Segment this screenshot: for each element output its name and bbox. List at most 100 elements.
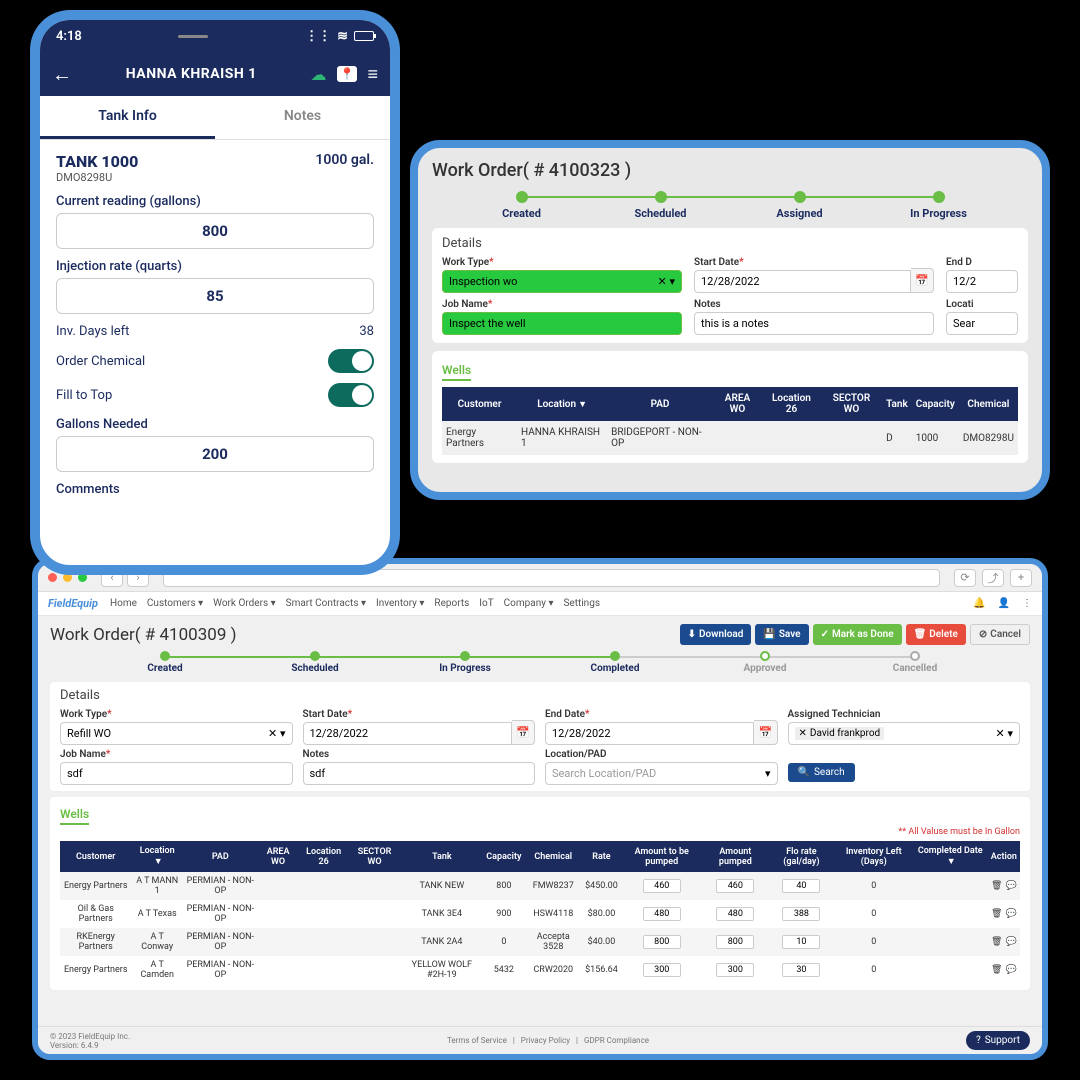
- nav-item[interactable]: Work Orders ▾: [213, 598, 276, 609]
- desktop-wells-card: Wells ** All Valuse must be In Gallon Cu…: [50, 797, 1030, 990]
- amount-input[interactable]: [716, 879, 754, 893]
- nav-item[interactable]: Reports: [434, 598, 469, 609]
- battery-icon: [354, 31, 374, 41]
- nav-item[interactable]: Smart Contracts ▾: [286, 598, 366, 609]
- gallons-needed-input[interactable]: 200: [56, 436, 374, 472]
- label-location: Locati: [946, 299, 1018, 310]
- amount-input[interactable]: [782, 879, 820, 893]
- back-arrow-icon[interactable]: ←: [52, 62, 72, 87]
- amount-input[interactable]: [782, 963, 820, 977]
- support-button[interactable]: ?Support: [966, 1031, 1030, 1050]
- desk-location-select[interactable]: Search Location/PAD▾: [545, 762, 778, 785]
- user-avatar-icon[interactable]: 👤: [998, 598, 1010, 609]
- gallon-note: ** All Valuse must be In Gallon: [60, 827, 1020, 837]
- amount-input[interactable]: [716, 935, 754, 949]
- amount-input[interactable]: [716, 963, 754, 977]
- order-chemical-toggle[interactable]: [328, 349, 374, 373]
- calendar-icon[interactable]: 📅: [911, 268, 934, 293]
- tab-notes[interactable]: Notes: [215, 96, 390, 139]
- nav-item[interactable]: Inventory ▾: [376, 598, 424, 609]
- amount-input[interactable]: [782, 935, 820, 949]
- dl-end: End Date: [545, 709, 585, 720]
- comment-icon[interactable]: 💬: [1005, 881, 1016, 891]
- desk-end-date[interactable]: 12/28/2022: [545, 722, 754, 745]
- app-nav: FieldEquip Home Customers ▾ Work Orders ▾ S…: [38, 592, 1042, 616]
- notes-input[interactable]: this is a notes: [694, 312, 934, 335]
- label-job-name: Job Name: [442, 299, 488, 310]
- nav-item[interactable]: Company ▾: [504, 598, 554, 609]
- tank-id: DMO8298U: [56, 171, 138, 184]
- calendar-icon[interactable]: 📅: [512, 720, 535, 745]
- trash-icon[interactable]: 🗑: [991, 937, 1002, 947]
- nav-item[interactable]: Home: [110, 598, 137, 609]
- comment-icon[interactable]: 💬: [1005, 965, 1016, 975]
- amount-input[interactable]: [643, 879, 681, 893]
- share-icon[interactable]: ⤴: [982, 569, 1004, 587]
- label-end-date: End D: [946, 257, 1018, 268]
- label-notes: Notes: [694, 299, 934, 310]
- location-input[interactable]: Sear: [946, 312, 1018, 335]
- injection-rate-input[interactable]: 85: [56, 278, 374, 314]
- tablet-work-order-title: Work Order( # 4100323 ): [432, 160, 1028, 181]
- nav-item[interactable]: Settings: [563, 598, 600, 609]
- logo[interactable]: FieldEquip: [48, 597, 98, 610]
- fill-to-top-toggle[interactable]: [328, 383, 374, 407]
- wifi-icon: ⋮⋮: [305, 29, 331, 44]
- current-reading-input[interactable]: 800: [56, 213, 374, 249]
- trash-icon[interactable]: 🗑: [991, 881, 1002, 891]
- cloud-icon[interactable]: ☁: [311, 65, 327, 84]
- tank-name: TANK 1000: [56, 152, 138, 171]
- close-window-icon[interactable]: [48, 573, 57, 582]
- comment-icon[interactable]: 💬: [1005, 909, 1016, 919]
- label-fill-to-top: Fill to Top: [56, 388, 112, 403]
- trash-icon[interactable]: 🗑: [991, 909, 1002, 919]
- tablet-details-card: Details Work Type* Inspection wo✕ ▾ Star…: [432, 228, 1028, 343]
- save-button[interactable]: 💾Save: [755, 624, 808, 645]
- bell-icon[interactable]: 🔔: [973, 598, 985, 609]
- map-pin-icon[interactable]: 📍: [337, 66, 358, 82]
- amount-input[interactable]: [782, 907, 820, 921]
- dstep-cancelled: Cancelled: [840, 663, 990, 674]
- label-injection-rate: Injection rate (quarts): [56, 259, 374, 274]
- new-tab-icon[interactable]: +: [1010, 569, 1032, 587]
- search-button[interactable]: 🔍Search: [788, 763, 855, 782]
- desk-tech-select[interactable]: ✕ David frankprod✕ ▾: [788, 722, 1021, 745]
- refresh-icon[interactable]: ⟳: [954, 569, 976, 587]
- amount-input[interactable]: [716, 907, 754, 921]
- download-button[interactable]: ⬇Download: [680, 624, 752, 645]
- work-type-select[interactable]: Inspection wo✕ ▾: [442, 270, 682, 293]
- mark-done-button[interactable]: ✓Mark as Done: [813, 624, 902, 645]
- calendar-icon[interactable]: 📅: [754, 720, 777, 745]
- tab-tank-info[interactable]: Tank Info: [40, 96, 215, 139]
- dl-loc: Location/PAD: [545, 749, 778, 760]
- desktop-wells-table: CustomerLocation ▼PADAREA WOLocation 26S…: [60, 841, 1020, 984]
- footer-link[interactable]: Terms of Service: [447, 1036, 507, 1045]
- amount-input[interactable]: [643, 935, 681, 949]
- end-date-input[interactable]: 12/2: [946, 270, 1018, 293]
- desk-start-date[interactable]: 12/28/2022: [303, 722, 512, 745]
- nav-item[interactable]: Customers ▾: [147, 598, 203, 609]
- dl-work-type: Work Type: [60, 709, 107, 720]
- dstep-progress: In Progress: [390, 663, 540, 674]
- phone-statusbar: 4:18 ⋮⋮ ≋: [40, 20, 390, 52]
- hamburger-menu-icon[interactable]: ≡: [367, 64, 378, 85]
- kebab-menu-icon[interactable]: ⋮: [1022, 598, 1032, 609]
- nav-item[interactable]: IoT: [479, 598, 493, 609]
- desk-work-type-select[interactable]: Refill WO✕ ▾: [60, 722, 293, 745]
- delete-button[interactable]: 🗑Delete: [906, 624, 966, 645]
- amount-input[interactable]: [643, 963, 681, 977]
- label-start-date: Start Date: [694, 257, 739, 268]
- desk-notes[interactable]: sdf: [303, 762, 536, 785]
- table-row: Energy PartnersA T CamdenPERMIAN - NON-O…: [60, 956, 1020, 984]
- comment-icon[interactable]: 💬: [1005, 937, 1016, 947]
- job-name-input[interactable]: Inspect the well: [442, 312, 682, 335]
- start-date-input[interactable]: 12/28/2022: [694, 270, 911, 293]
- phone-frame: 4:18 ⋮⋮ ≋ ← HANNA KHRAISH 1 ☁ 📍 ≡ Tank I…: [30, 10, 400, 575]
- footer-link[interactable]: GDPR Compliance: [584, 1036, 649, 1045]
- footer-link[interactable]: Privacy Policy: [521, 1036, 570, 1045]
- cancel-button[interactable]: ⊘Cancel: [970, 624, 1030, 645]
- trash-icon[interactable]: 🗑: [991, 965, 1002, 975]
- desk-job-name[interactable]: sdf: [60, 762, 293, 785]
- amount-input[interactable]: [643, 907, 681, 921]
- dstep-scheduled: Scheduled: [240, 663, 390, 674]
